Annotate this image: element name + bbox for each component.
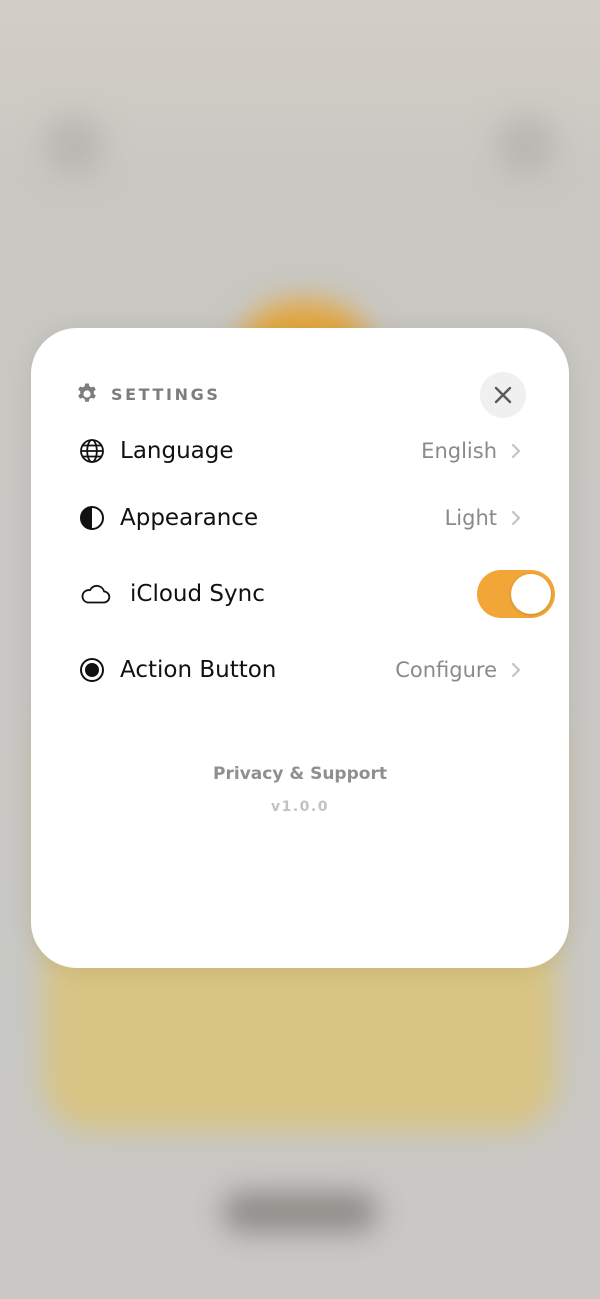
chevron-right-icon <box>511 443 521 459</box>
chevron-right-icon <box>511 662 521 678</box>
chevron-right-icon <box>511 510 521 526</box>
appearance-label: Appearance <box>120 505 259 531</box>
half-circle-icon <box>79 505 105 531</box>
language-label: Language <box>120 438 234 464</box>
background-left-button <box>44 116 104 176</box>
background-pill-button <box>222 1192 378 1232</box>
icloud-sync-label: iCloud Sync <box>130 581 265 607</box>
icloud-sync-row: iCloud Sync <box>79 570 555 618</box>
toggle-knob <box>511 574 551 614</box>
version-label: v1.0.0 <box>271 799 329 815</box>
language-value: English <box>421 439 497 463</box>
globe-icon <box>79 438 105 464</box>
icloud-sync-toggle[interactable] <box>477 570 555 618</box>
screen: SETTINGS Language English Appearance Lig… <box>0 0 600 1299</box>
action-button-label: Action Button <box>120 657 277 683</box>
cloud-icon <box>79 581 111 607</box>
settings-header: SETTINGS <box>75 382 220 406</box>
appearance-value: Light <box>444 506 497 530</box>
filled-circle-icon <box>79 657 105 683</box>
action-button-value: Configure <box>395 658 497 682</box>
gear-icon <box>78 383 96 402</box>
close-button[interactable] <box>480 372 526 418</box>
appearance-row[interactable]: Appearance Light <box>79 496 525 540</box>
close-icon <box>494 386 512 404</box>
settings-sheet: SETTINGS Language English Appearance Lig… <box>31 328 569 968</box>
language-row[interactable]: Language English <box>79 429 525 473</box>
privacy-support-link[interactable]: Privacy & Support <box>31 764 569 784</box>
background-right-button <box>496 116 556 176</box>
settings-title: SETTINGS <box>111 384 221 404</box>
action-button-row[interactable]: Action Button Configure <box>79 648 525 692</box>
